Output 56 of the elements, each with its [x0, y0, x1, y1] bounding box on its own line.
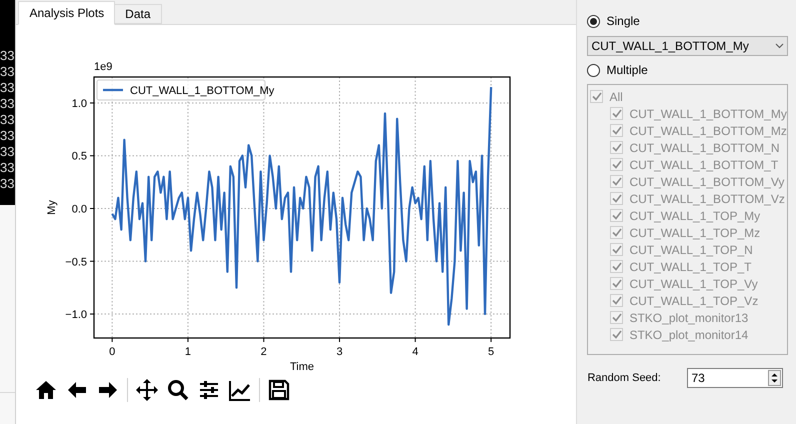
checkbox-label: CUT_WALL_1_TOP_Mz [629, 224, 760, 242]
tick-label: 0 [110, 346, 116, 358]
move-icon [135, 378, 160, 402]
tick-label: 0.5 [72, 150, 88, 163]
checkbox-label: CUT_WALL_1_BOTTOM_Mz [629, 122, 787, 140]
offset-label: 1e9 [94, 61, 113, 73]
checkbox-label: STKO_plot_monitor13 [629, 310, 748, 326]
search-icon [166, 378, 190, 402]
checkbox-label: CUT_WALL_1_BOTTOM_Vy [629, 174, 784, 190]
radio-button[interactable] [587, 14, 600, 28]
checkbox-label: CUT_WALL_1_BOTTOM_My [629, 106, 787, 122]
tick-label: −0.5 [66, 256, 88, 268]
terminal-text: 33 [0, 64, 16, 80]
radio-label: Multiple [606, 62, 648, 79]
tick-label: 3 [336, 346, 344, 358]
terminal-text: 33 [0, 160, 16, 176]
tick-label: 2 [261, 346, 268, 358]
spin-arrows-icon [768, 370, 782, 386]
field-label: Random Seed: [587, 370, 662, 386]
terminal-text: 33 [0, 80, 16, 96]
terminal-text: 33 [0, 112, 16, 128]
tick-label: 4 [412, 346, 419, 358]
radio-label: Single [606, 13, 640, 30]
line-chart-icon [228, 378, 252, 402]
checkbox-label: CUT_WALL_1_TOP_My [629, 208, 760, 224]
checkbox-label: CUT_WALL_1_BOTTOM_Vz [629, 190, 785, 208]
terminal-text: 33 [0, 96, 16, 112]
checkbox-label: CUT_WALL_1_TOP_Vy [629, 276, 758, 292]
tick-label: 1 [185, 346, 192, 358]
spin-box[interactable]: 73 [687, 368, 784, 388]
checkbox-label: CUT_WALL_1_TOP_T [629, 258, 752, 276]
legend-line-icon [103, 88, 124, 92]
terminal-text: 33 [0, 128, 16, 144]
axis-label: Time [290, 361, 314, 373]
radio-button[interactable] [587, 64, 600, 76]
terminal-text: 33 [0, 144, 16, 160]
dropdown[interactable]: CUT_WALL_1_BOTTOM_My [587, 36, 788, 56]
checkbox-label: All [609, 88, 623, 106]
tick-label: 5 [488, 346, 495, 358]
tab[interactable]: Data [114, 4, 162, 24]
checkbox-label: CUT_WALL_1_BOTTOM_N [629, 140, 780, 156]
home-icon [34, 378, 58, 402]
checkbox-label: STKO_plot_monitor14 [629, 326, 748, 344]
tick-label: 1.0 [72, 98, 88, 110]
tick-label: 0.0 [72, 204, 88, 216]
tab[interactable]: Analysis Plots [18, 1, 116, 25]
legend-label: CUT_WALL_1_BOTTOM_My [130, 85, 275, 97]
tick-label: −1.0 [66, 309, 88, 322]
axis-label: My [46, 200, 58, 215]
terminal-text: 33 [0, 176, 16, 192]
save-icon [267, 378, 292, 402]
checkbox-label: CUT_WALL_1_BOTTOM_T [629, 156, 778, 174]
checkbox-label: CUT_WALL_1_TOP_N [629, 242, 753, 258]
chevron-icon [774, 43, 784, 49]
checkbox-label: CUT_WALL_1_TOP_Vz [629, 292, 758, 310]
terminal-text: 33 [0, 48, 16, 64]
